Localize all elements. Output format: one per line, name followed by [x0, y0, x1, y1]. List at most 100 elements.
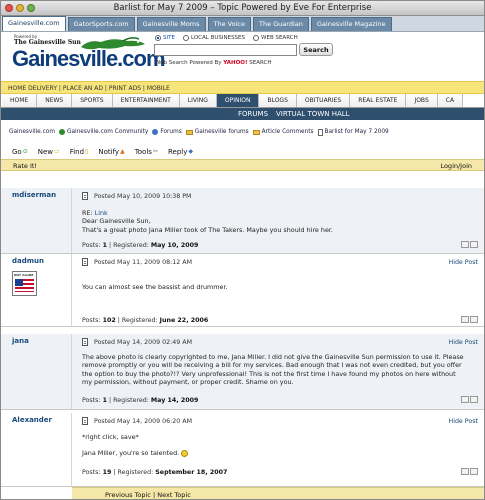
- registered-label: | Registered:: [106, 242, 151, 249]
- tab-gainesville-magazine[interactable]: Gainesville Magazine: [310, 17, 392, 31]
- post-body: *right click, save* Jana Miller, you're …: [82, 433, 467, 458]
- reply-menu[interactable]: Reply ◆: [168, 148, 193, 156]
- next-topic-link[interactable]: Next Topic: [157, 491, 191, 499]
- nav-obituaries[interactable]: OBITUARIES: [296, 94, 351, 107]
- post-author[interactable]: mdiserman: [1, 188, 72, 253]
- previous-topic-link[interactable]: Previous Topic: [105, 491, 151, 499]
- search-button[interactable]: Search: [299, 43, 333, 56]
- post-author[interactable]: jana: [1, 334, 72, 409]
- search-input[interactable]: [154, 44, 297, 56]
- login-join-link[interactable]: Login/Join: [440, 162, 472, 170]
- registered-label: | Registered:: [106, 397, 151, 404]
- hide-post-link[interactable]: Hide Post: [448, 339, 478, 346]
- re-link[interactable]: Link: [95, 209, 108, 217]
- scope-local-businesses[interactable]: LOCAL BUSINESSES: [182, 35, 246, 41]
- tab-gainesville-moms[interactable]: Gainesville Moms: [136, 17, 206, 31]
- report-icon[interactable]: [470, 316, 478, 323]
- crumb-home[interactable]: Gainesville.com: [9, 129, 55, 135]
- crumb-home-label: Gainesville.com: [9, 129, 55, 135]
- report-icon[interactable]: [470, 241, 478, 248]
- post-author-column: dadmun NOT ALONE: [1, 254, 72, 326]
- web-search-credit: Web Search Powered By YAHOO! SEARCH: [155, 60, 272, 66]
- forum-post: dadmun NOT ALONE Posted May 11, 2009 08:…: [1, 254, 484, 327]
- posts-label: Posts:: [82, 397, 103, 404]
- registered-label: | Registered:: [111, 469, 156, 476]
- nav-home[interactable]: HOME: [2, 94, 38, 107]
- radio-selected-icon: [155, 35, 161, 41]
- nav-opinion[interactable]: OPINION: [216, 94, 260, 107]
- post-document-icon: [82, 258, 88, 266]
- find-menu[interactable]: Find ▯: [70, 148, 89, 156]
- scope-local-label: LOCAL BUSINESSES: [190, 35, 246, 41]
- subnav-virtual-town-hall[interactable]: VIRTUAL TOWN HALL: [276, 110, 350, 120]
- crumb-community-label: Gainesville.com Community: [66, 129, 149, 135]
- forum-post: jana Posted May 14, 2009 02:49 AM Hide P…: [1, 334, 484, 410]
- new-menu[interactable]: New ▭: [38, 148, 60, 156]
- post-meta: Posted May 14, 2009 02:49 AM: [82, 338, 192, 346]
- nav-jobs[interactable]: JOBS: [406, 94, 438, 107]
- go-icon: ⊙: [22, 148, 28, 155]
- quote-icon[interactable]: [461, 396, 469, 403]
- hide-post-link[interactable]: Hide Post: [448, 259, 478, 266]
- report-icon[interactable]: [470, 396, 478, 403]
- crumb-article-comments[interactable]: Article Comments: [252, 129, 314, 135]
- post-line: That's a great photo Jana Miller took of…: [82, 225, 333, 234]
- quote-icon[interactable]: [461, 468, 469, 475]
- post-document-icon: [82, 338, 88, 346]
- nav-living[interactable]: LIVING: [179, 94, 217, 107]
- nav-entertainment[interactable]: ENTERTAINMENT: [112, 94, 180, 107]
- tab-the-voice[interactable]: The Voice: [207, 17, 251, 31]
- re-label: RE:: [82, 209, 95, 217]
- crumb-community[interactable]: Gainesville.com Community: [58, 129, 149, 135]
- post-document-icon: [82, 417, 88, 425]
- crumb-forums-label: Forums: [160, 129, 182, 135]
- hide-post-link[interactable]: Hide Post: [448, 418, 478, 425]
- nav-sports[interactable]: SPORTS: [72, 94, 113, 107]
- posts-label: Posts:: [82, 242, 103, 249]
- tools-menu[interactable]: Tools ✂: [135, 148, 158, 156]
- post-body: You can almost see the bassist and drumm…: [82, 283, 467, 291]
- post-document-icon: [82, 192, 88, 200]
- scope-web-search[interactable]: WEB SEARCH: [253, 35, 298, 41]
- tools-label: Tools: [134, 147, 152, 156]
- nav-blogs[interactable]: BLOGS: [259, 94, 297, 107]
- quote-icon[interactable]: [461, 241, 469, 248]
- post-content: Posted May 14, 2009 02:49 AM Hide Post T…: [72, 334, 484, 409]
- crumb-forums[interactable]: Forums: [152, 129, 182, 135]
- post-date: Posted May 11, 2009 08:12 AM: [94, 258, 192, 266]
- report-icon[interactable]: [470, 468, 478, 475]
- posts-label: Posts:: [82, 317, 103, 324]
- gator-logo-icon: [81, 37, 145, 50]
- tab-gatorsports[interactable]: GatorSports.com: [67, 17, 135, 31]
- post-author[interactable]: dadmun: [12, 257, 71, 265]
- scope-site[interactable]: SITE: [155, 35, 175, 41]
- tools-icon: ✂: [152, 148, 158, 155]
- rate-bar: Rate It! Login/Join: [1, 159, 484, 171]
- subnav-forums[interactable]: FORUMS: [238, 110, 268, 120]
- utility-links[interactable]: HOME DELIVERY | PLACE AN AD | PRINT ADS …: [1, 81, 484, 94]
- post-actions: [461, 396, 478, 403]
- topic-pagination: Previous Topic | Next Topic: [72, 487, 484, 499]
- crumb-article-comments-label: Article Comments: [261, 129, 314, 135]
- post-date: Posted May 14, 2009 02:49 AM: [94, 338, 192, 346]
- rate-it-link[interactable]: Rate It!: [13, 162, 37, 170]
- quote-icon[interactable]: [461, 316, 469, 323]
- post-date: Posted May 10, 2009 10:38 PM: [94, 192, 192, 200]
- crumb-gainesville-forums[interactable]: Gainesville forums: [185, 129, 249, 135]
- tab-gainesville[interactable]: Gainesville.com: [2, 16, 66, 31]
- breadcrumb: Gainesville.com Gainesville.com Communit…: [1, 120, 484, 144]
- registered-label: | Registered:: [115, 317, 160, 324]
- nav-news[interactable]: NEWS: [37, 94, 73, 107]
- avatar-label: NOT ALONE: [14, 273, 34, 277]
- post-re-line: RE: Link: [82, 209, 467, 217]
- posts-label: Posts:: [82, 469, 103, 476]
- post-actions: [461, 468, 478, 475]
- nav-cars[interactable]: CA: [437, 94, 464, 107]
- post-author[interactable]: Alexander: [1, 413, 72, 486]
- nav-real-estate[interactable]: REAL ESTATE: [350, 94, 407, 107]
- notify-menu[interactable]: Notify ▲: [98, 148, 124, 156]
- tab-the-guardian[interactable]: The Guardian: [252, 17, 309, 31]
- find-label: Find: [69, 147, 85, 156]
- go-menu[interactable]: Go ⊙: [12, 148, 28, 156]
- folder-icon: [185, 129, 193, 135]
